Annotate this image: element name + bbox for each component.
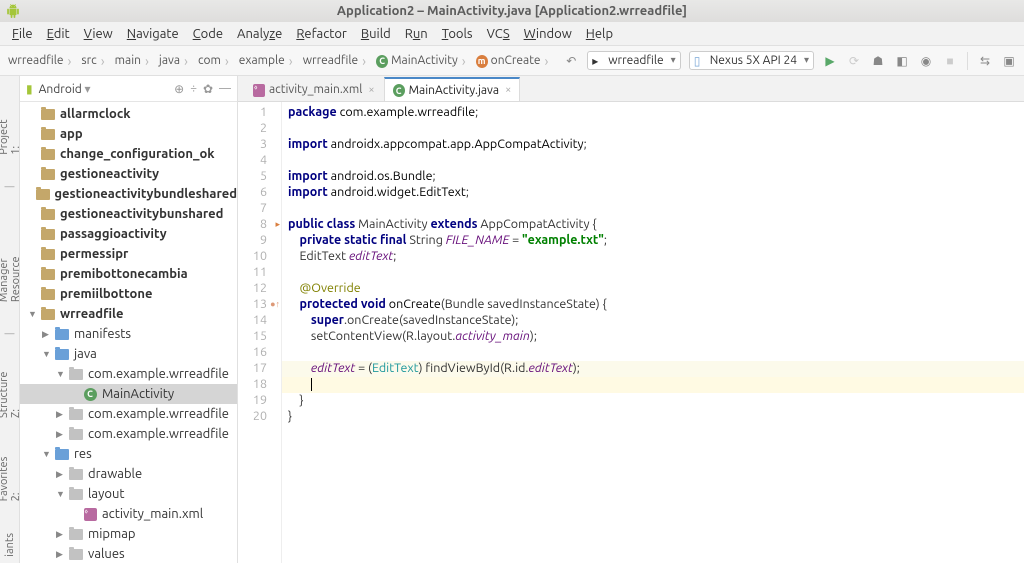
tree-item[interactable]: ▶values [20, 544, 237, 563]
menu-analyze[interactable]: Analyze [231, 25, 288, 43]
tree-item[interactable]: activity_main.xml [20, 504, 237, 524]
avd-button[interactable]: ▣ [1000, 52, 1018, 70]
navigation-bar: wrreadfile src main java com example wrr… [0, 46, 1024, 76]
breadcrumb[interactable]: wrreadfile [299, 53, 370, 69]
breadcrumb[interactable]: wrreadfile [4, 53, 75, 69]
menu-edit[interactable]: Edit [41, 25, 76, 43]
editor-tab[interactable]: CMainActivity.java× [384, 77, 521, 101]
tree-item[interactable]: passaggioactivity [20, 224, 237, 244]
close-icon[interactable]: × [505, 84, 511, 96]
project-tree[interactable]: allarmclockappchange_configuration_okges… [20, 102, 237, 563]
menu-navigate[interactable]: Navigate [121, 25, 185, 43]
structure-tab[interactable]: Z: Structure [0, 359, 24, 424]
device-dropdown[interactable]: ▯Nexus 5X API 24 [689, 51, 814, 70]
breadcrumb[interactable]: com [194, 53, 233, 69]
class-icon: C [393, 84, 405, 96]
menu-view[interactable]: View [78, 25, 119, 43]
sync-button[interactable]: ⇆ [976, 52, 994, 70]
android-icon: ▮ [26, 82, 33, 96]
attach-button[interactable]: ◉ [917, 52, 935, 70]
project-tool-tab[interactable]: 1: Project [0, 106, 24, 161]
tree-item[interactable]: permessipr [20, 244, 237, 264]
code-editor[interactable]: 12345678▸910111213●↑14151617181920 packa… [238, 102, 1024, 563]
menu-vcs[interactable]: VCS [481, 25, 516, 43]
project-view-selector[interactable]: Android [39, 82, 91, 96]
debug-button[interactable]: ☗ [869, 52, 887, 70]
code-area[interactable]: package com.example.wrreadfile; import a… [282, 102, 1024, 563]
close-icon[interactable]: × [368, 84, 374, 96]
phone-icon: ▯ [694, 54, 701, 68]
settings-icon[interactable]: ✿ [203, 82, 213, 96]
tree-item[interactable]: ▼com.example.wrreadfile [20, 364, 237, 384]
menu-code[interactable]: Code [187, 25, 229, 43]
tree-item[interactable]: gestioneactivitybundleshared [20, 184, 237, 204]
breadcrumb[interactable]: CMainActivity [372, 53, 470, 69]
favorites-tab[interactable]: 2: Favorites [0, 444, 24, 507]
menu-window[interactable]: Window [518, 25, 578, 43]
editor-tab-bar: activity_main.xml× CMainActivity.java× [238, 76, 1024, 102]
breadcrumb[interactable]: monCreate [472, 53, 553, 69]
tree-item[interactable]: ▼layout [20, 484, 237, 504]
main-menu: File Edit View Navigate Code Analyze Ref… [0, 22, 1024, 46]
tree-item[interactable]: gestioneactivity [20, 164, 237, 184]
stop-button[interactable]: ■ [941, 52, 959, 70]
tree-item[interactable]: gestioneactivitybunshared [20, 204, 237, 224]
tree-item[interactable]: ▶manifests [20, 324, 237, 344]
minimize-icon[interactable]: — [5, 328, 15, 339]
collapse-icon[interactable]: ÷ [190, 82, 197, 96]
menu-build[interactable]: Build [355, 25, 397, 43]
back-button[interactable]: ↶ [562, 52, 580, 70]
window-titlebar: Application2 – MainActivity.java [Applic… [0, 0, 1024, 22]
project-tool-window: ▮ Android ⊕ ÷ ✿ — allarmclockappchange_c… [20, 76, 238, 563]
breadcrumb[interactable]: main [111, 53, 153, 69]
profile-button[interactable]: ◧ [893, 52, 911, 70]
tree-item[interactable]: premiilbottone [20, 284, 237, 304]
run-button[interactable]: ▶ [821, 52, 839, 70]
window-title: Application2 – MainActivity.java [Applic… [337, 4, 687, 18]
hide-icon[interactable]: — [219, 82, 231, 96]
variants-tab[interactable]: iants [2, 527, 18, 563]
tree-item[interactable]: ▼wrreadfile [20, 304, 237, 324]
tree-item[interactable]: ▶drawable [20, 464, 237, 484]
tree-item[interactable]: ▼java [20, 344, 237, 364]
breadcrumb[interactable]: java [155, 53, 192, 69]
menu-refactor[interactable]: Refactor [290, 25, 353, 43]
resource-manager-tab[interactable]: Resource Manager [0, 212, 24, 308]
tree-item[interactable]: CMainActivity [20, 384, 237, 404]
tree-item[interactable]: premibottonecambia [20, 264, 237, 284]
android-logo-icon [6, 4, 20, 18]
editor-tab[interactable]: activity_main.xml× [244, 77, 384, 101]
line-gutter: 12345678▸910111213●↑14151617181920 [238, 102, 282, 563]
tree-item[interactable]: ▶mipmap [20, 524, 237, 544]
breadcrumb[interactable]: example [235, 53, 297, 69]
minimize-icon[interactable]: — [5, 181, 15, 192]
tree-item[interactable]: ▼res [20, 444, 237, 464]
left-tool-strip: 1: Project — Resource Manager — Z: Struc… [0, 76, 20, 563]
tree-item[interactable]: app [20, 124, 237, 144]
menu-file[interactable]: File [6, 25, 39, 43]
xml-icon [253, 84, 265, 96]
run-config-dropdown[interactable]: ▸wrreadfile [587, 51, 680, 70]
tree-item[interactable]: ▶com.example.wrreadfile [20, 404, 237, 424]
apply-changes-button[interactable]: ⟳ [845, 52, 863, 70]
menu-tools[interactable]: Tools [436, 25, 479, 43]
tree-item[interactable]: change_configuration_ok [20, 144, 237, 164]
android-icon: ▸ [592, 54, 598, 68]
tree-item[interactable]: allarmclock [20, 104, 237, 124]
menu-help[interactable]: Help [580, 25, 619, 43]
select-opened-icon[interactable]: ⊕ [174, 82, 184, 96]
breadcrumb[interactable]: src [77, 53, 108, 69]
project-view-header: ▮ Android ⊕ ÷ ✿ — [20, 76, 237, 102]
editor: activity_main.xml× CMainActivity.java× 1… [238, 76, 1024, 563]
menu-run[interactable]: Run [399, 25, 434, 43]
tree-item[interactable]: ▶com.example.wrreadfile [20, 424, 237, 444]
